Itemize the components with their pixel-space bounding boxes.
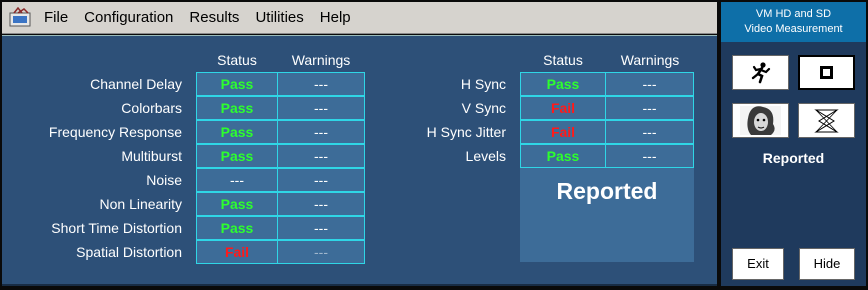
status-spatial-distortion: Fail bbox=[196, 240, 278, 264]
face-image-icon bbox=[740, 106, 781, 135]
side-panel-title: VM HD and SD Video Measurement bbox=[721, 2, 866, 42]
warnings-non-linearity: --- bbox=[277, 192, 365, 216]
menu-results[interactable]: Results bbox=[181, 2, 247, 34]
menu-help[interactable]: Help bbox=[312, 2, 359, 34]
status-noise: --- bbox=[196, 168, 278, 192]
side-panel: VM HD and SD Video Measurement Reported … bbox=[721, 2, 866, 286]
reported-box: Reported bbox=[520, 168, 694, 262]
row-label-levels: Levels bbox=[465, 148, 506, 164]
menu-bar: File Configuration Results Utilities Hel… bbox=[2, 2, 717, 34]
side-panel-title-line2: Video Measurement bbox=[744, 23, 843, 35]
side-panel-title-line1: VM HD and SD bbox=[755, 8, 832, 20]
row-label-channel-delay: Channel Delay bbox=[90, 76, 182, 92]
warnings-short-time-distortion: --- bbox=[277, 216, 365, 240]
status-channel-delay: Pass bbox=[196, 72, 278, 96]
menu-configuration[interactable]: Configuration bbox=[76, 2, 181, 34]
warnings-levels: --- bbox=[605, 144, 694, 168]
row-label-colorbars: Colorbars bbox=[121, 100, 182, 116]
right-warnings-header: Warnings bbox=[620, 52, 680, 68]
left-status-header: Status bbox=[217, 52, 257, 68]
status-h-sync-jitter: Fail bbox=[520, 120, 606, 144]
row-label-noise: Noise bbox=[146, 172, 182, 188]
warnings-multiburst: --- bbox=[277, 144, 365, 168]
right-status-header: Status bbox=[543, 52, 583, 68]
warnings-channel-delay: --- bbox=[277, 72, 365, 96]
row-label-v-sync: V Sync bbox=[461, 100, 506, 116]
side-reported-label: Reported bbox=[762, 150, 825, 166]
warnings-noise: --- bbox=[277, 168, 365, 192]
status-colorbars: Pass bbox=[196, 96, 278, 120]
stop-button[interactable] bbox=[798, 55, 855, 90]
warnings-frequency-response: --- bbox=[277, 120, 365, 144]
warnings-colorbars: --- bbox=[277, 96, 365, 120]
bowtie-pattern-icon bbox=[814, 109, 839, 133]
exit-button[interactable]: Exit bbox=[732, 248, 784, 280]
menu-file[interactable]: File bbox=[36, 2, 76, 34]
status-frequency-response: Pass bbox=[196, 120, 278, 144]
status-levels: Pass bbox=[520, 144, 606, 168]
warnings-h-sync-jitter: --- bbox=[605, 120, 694, 144]
status-short-time-distortion: Pass bbox=[196, 216, 278, 240]
running-man-icon bbox=[751, 62, 771, 84]
stop-square-icon bbox=[820, 66, 833, 79]
row-label-h-sync: H Sync bbox=[460, 76, 506, 92]
warnings-h-sync: --- bbox=[605, 72, 694, 96]
run-button[interactable] bbox=[732, 55, 789, 90]
app-frame: File Configuration Results Utilities Hel… bbox=[0, 0, 868, 290]
results-panel: Status Warnings Channel Delay Pass --- C… bbox=[2, 35, 717, 286]
status-h-sync: Pass bbox=[520, 72, 606, 96]
face-image-button[interactable] bbox=[732, 103, 789, 138]
row-label-h-sync-jitter: H Sync Jitter bbox=[426, 124, 506, 140]
status-v-sync: Fail bbox=[520, 96, 606, 120]
status-multiburst: Pass bbox=[196, 144, 278, 168]
row-label-frequency-response: Frequency Response bbox=[48, 124, 182, 140]
row-label-short-time-distortion: Short Time Distortion bbox=[51, 220, 182, 236]
app-icon[interactable] bbox=[8, 6, 32, 29]
hide-button[interactable]: Hide bbox=[799, 248, 855, 280]
panel-divider bbox=[2, 284, 717, 286]
warnings-spatial-distortion: --- bbox=[277, 240, 365, 264]
reported-status-text: Reported bbox=[556, 178, 658, 204]
row-label-non-linearity: Non Linearity bbox=[99, 196, 183, 212]
menu-utilities[interactable]: Utilities bbox=[247, 2, 311, 34]
waveform-button[interactable] bbox=[798, 103, 855, 138]
row-label-multiburst: Multiburst bbox=[121, 148, 182, 164]
warnings-v-sync: --- bbox=[605, 96, 694, 120]
row-label-spatial-distortion: Spatial Distortion bbox=[76, 244, 182, 260]
left-warnings-header: Warnings bbox=[291, 52, 351, 68]
status-non-linearity: Pass bbox=[196, 192, 278, 216]
